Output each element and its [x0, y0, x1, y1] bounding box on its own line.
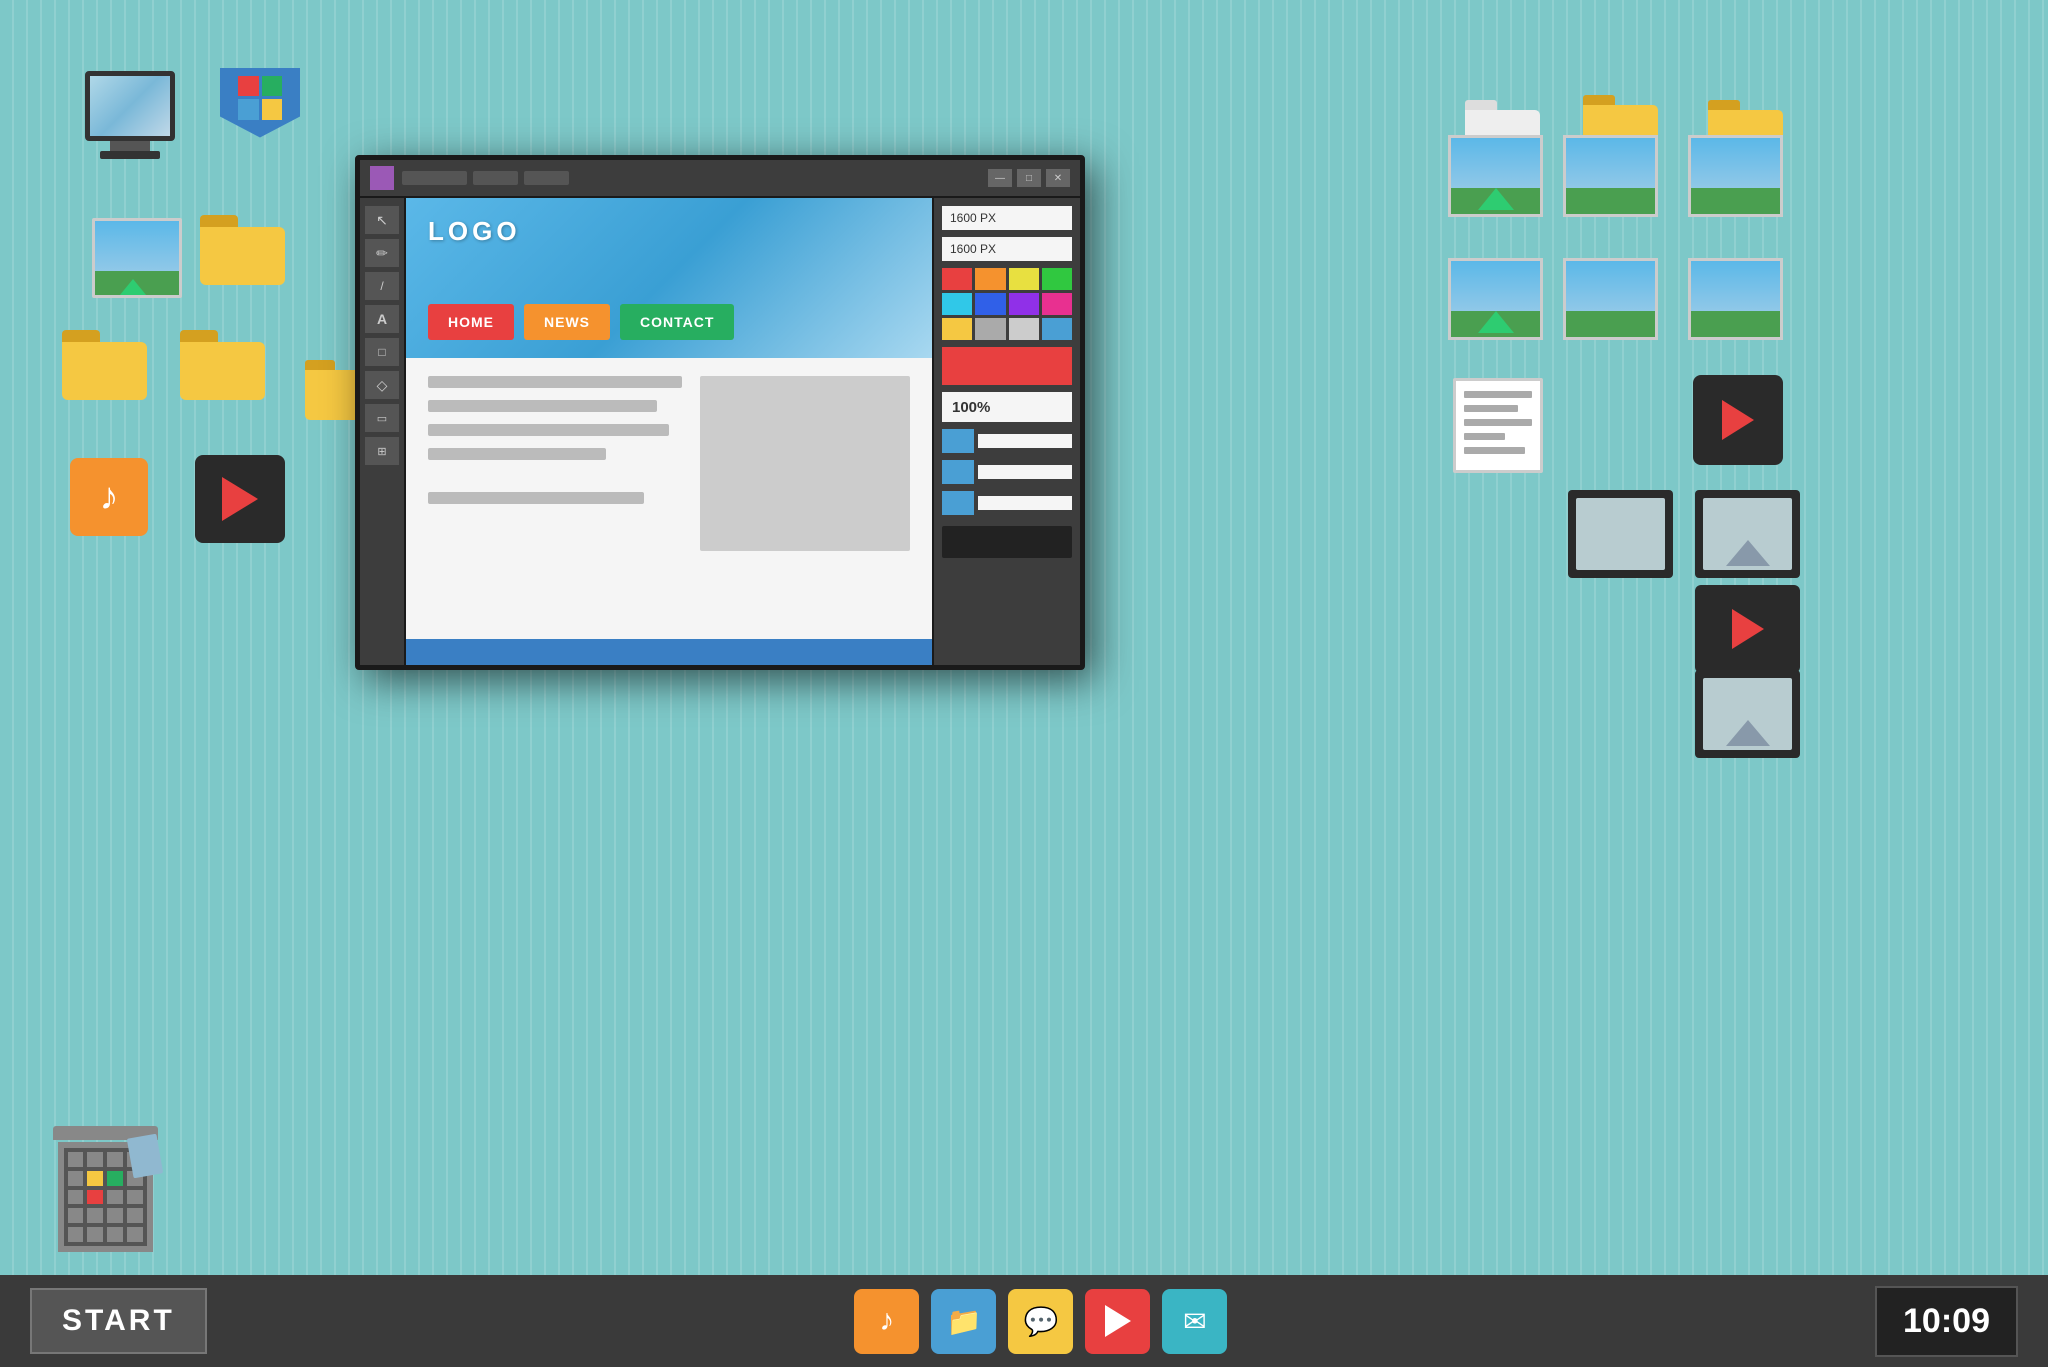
title-bar-item-3[interactable] — [524, 171, 569, 185]
app-logo-square — [370, 166, 394, 190]
taskbar-icons: ♪ 📁 💬 ✉ — [854, 1289, 1227, 1354]
swatch-7[interactable] — [1009, 293, 1039, 315]
panel-blue-2[interactable] — [942, 460, 974, 484]
dimension-width[interactable]: 1600 PX — [942, 206, 1072, 230]
website-footer — [406, 639, 932, 665]
swatch-9[interactable] — [942, 318, 972, 340]
swatch-12[interactable] — [1042, 318, 1072, 340]
start-button[interactable]: START — [30, 1288, 207, 1354]
swatch-11[interactable] — [1009, 318, 1039, 340]
panel-row-2 — [942, 460, 1072, 484]
nav-home[interactable]: HOME — [428, 304, 514, 340]
text-line-5 — [428, 492, 644, 504]
swatch-3[interactable] — [1009, 268, 1039, 290]
text-line-1 — [428, 376, 682, 388]
recycle-bin[interactable] — [45, 1126, 165, 1252]
youtube-icon-br[interactable] — [1695, 585, 1800, 673]
website-image-placeholder — [700, 376, 910, 551]
windows-shield-icon[interactable] — [205, 50, 315, 170]
swatch-1[interactable] — [942, 268, 972, 290]
image-mr3[interactable] — [1688, 258, 1783, 340]
tool-select[interactable]: ↖ — [365, 206, 399, 234]
text-line-3 — [428, 424, 669, 436]
canvas-area: LOGO HOME NEWS CONTACT — [406, 198, 932, 665]
nav-news[interactable]: NEWS — [524, 304, 610, 340]
app-window: — □ ✕ ↖ ✏ / A □ ◇ ▭ ⊞ LOGO — [355, 155, 1085, 670]
folder-icon-3[interactable] — [180, 330, 265, 400]
image-tr3[interactable] — [1688, 135, 1783, 217]
text-line-2 — [428, 400, 657, 412]
swatch-5[interactable] — [942, 293, 972, 315]
website-logo: LOGO — [428, 216, 910, 247]
swatch-6[interactable] — [975, 293, 1005, 315]
title-bar-item-2[interactable] — [473, 171, 518, 185]
panel-dark-btn[interactable] — [942, 526, 1072, 558]
gray-frame-bottom[interactable] — [1695, 670, 1800, 758]
minimize-button[interactable]: — — [988, 169, 1012, 187]
image-mr1[interactable] — [1448, 258, 1543, 340]
website-header: LOGO HOME NEWS CONTACT — [406, 198, 932, 358]
tool-diamond[interactable]: ◇ — [365, 371, 399, 399]
taskbar-mail-icon[interactable]: ✉ — [1162, 1289, 1227, 1354]
window-titlebar: — □ ✕ — [360, 160, 1080, 198]
zoom-field[interactable]: 100% — [942, 392, 1072, 422]
website-preview: LOGO HOME NEWS CONTACT — [406, 198, 932, 665]
nav-contact[interactable]: CONTACT — [620, 304, 734, 340]
gray-frame-2[interactable] — [1568, 490, 1673, 578]
image-mr2[interactable] — [1563, 258, 1658, 340]
youtube-icon-left[interactable] — [195, 455, 285, 543]
image-thumbnail-1[interactable] — [92, 218, 182, 298]
website-body — [406, 358, 932, 639]
text-line-4 — [428, 448, 606, 460]
right-panel: 1600 PX 1600 PX 100% — [932, 198, 1080, 665]
panel-blue-3[interactable] — [942, 491, 974, 515]
gray-frame-1[interactable] — [1695, 490, 1800, 578]
youtube-icon-right[interactable] — [1693, 375, 1783, 465]
document-icon[interactable] — [1453, 378, 1543, 473]
panel-bar-3[interactable] — [978, 496, 1072, 510]
active-color-red[interactable] — [942, 347, 1072, 385]
image-tr1[interactable] — [1448, 135, 1543, 217]
website-text-area — [428, 376, 682, 621]
taskbar-chat-icon[interactable]: 💬 — [1008, 1289, 1073, 1354]
tool-extra[interactable]: ⊞ — [365, 437, 399, 465]
tool-eraser[interactable]: ▭ — [365, 404, 399, 432]
music-icon[interactable]: ♪ — [70, 458, 148, 536]
panel-blue-1[interactable] — [942, 429, 974, 453]
monitor-icon[interactable] — [65, 55, 195, 175]
image-tr2[interactable] — [1563, 135, 1658, 217]
color-swatches — [942, 268, 1072, 340]
taskbar-files-icon[interactable]: 📁 — [931, 1289, 996, 1354]
taskbar-play-icon[interactable] — [1085, 1289, 1150, 1354]
swatch-2[interactable] — [975, 268, 1005, 290]
dimension-height[interactable]: 1600 PX — [942, 237, 1072, 261]
left-toolbar: ↖ ✏ / A □ ◇ ▭ ⊞ — [360, 198, 406, 665]
folder-icon-2[interactable] — [62, 330, 147, 400]
panel-row-3 — [942, 491, 1072, 515]
panel-bar-2[interactable] — [978, 465, 1072, 479]
nav-bar: HOME NEWS CONTACT — [428, 304, 734, 340]
maximize-button[interactable]: □ — [1017, 169, 1041, 187]
taskbar: START ♪ 📁 💬 ✉ 10:09 — [0, 1275, 2048, 1367]
title-bar-item-1[interactable] — [402, 171, 467, 185]
swatch-8[interactable] — [1042, 293, 1072, 315]
clock-display: 10:09 — [1875, 1286, 2018, 1357]
close-button[interactable]: ✕ — [1046, 169, 1070, 187]
tool-pen[interactable]: ✏ — [365, 239, 399, 267]
panel-row-1 — [942, 429, 1072, 453]
folder-icon-1[interactable] — [200, 215, 285, 285]
tool-line[interactable]: / — [365, 272, 399, 300]
panel-bar-1[interactable] — [978, 434, 1072, 448]
tool-text[interactable]: A — [365, 305, 399, 333]
tool-rect[interactable]: □ — [365, 338, 399, 366]
taskbar-music-icon[interactable]: ♪ — [854, 1289, 919, 1354]
swatch-4[interactable] — [1042, 268, 1072, 290]
swatch-10[interactable] — [975, 318, 1005, 340]
